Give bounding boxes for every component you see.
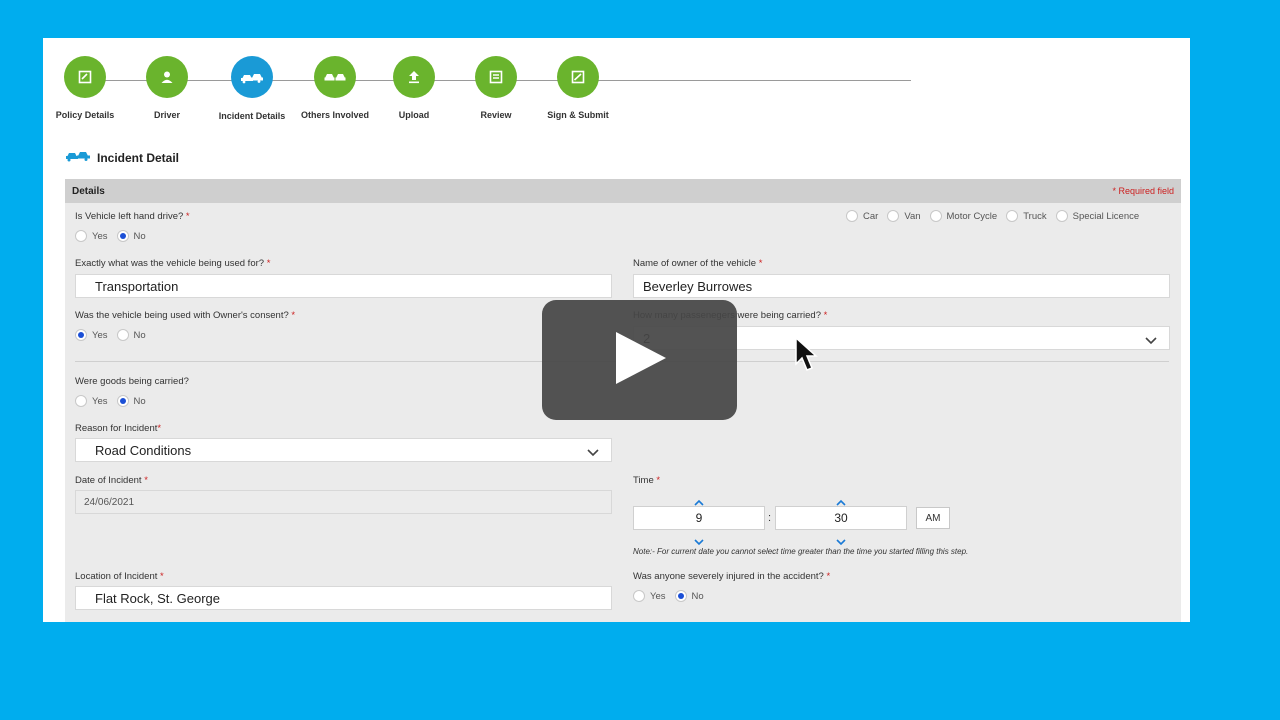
injured-radio-group: Yes No bbox=[633, 590, 713, 602]
panel-title: Details bbox=[72, 185, 105, 197]
radio-button[interactable] bbox=[633, 590, 645, 602]
radio-button[interactable] bbox=[75, 230, 87, 242]
goods-carried-label: Were goods being carried? bbox=[75, 376, 189, 387]
form-icon bbox=[64, 56, 106, 98]
left-hand-drive-no[interactable]: No bbox=[116, 230, 146, 242]
car-crash-icon bbox=[231, 56, 273, 98]
step-label: Incident Details bbox=[218, 111, 286, 121]
reason-select[interactable]: Road Conditions bbox=[75, 438, 612, 462]
radio-button[interactable] bbox=[929, 210, 942, 222]
radio-button[interactable] bbox=[75, 329, 87, 341]
step-policy-details[interactable]: Policy Details bbox=[43, 56, 130, 120]
step-label: Policy Details bbox=[55, 110, 115, 120]
injured-label: Was anyone severely injured in the accid… bbox=[633, 571, 831, 582]
step-sign-submit[interactable]: Sign & Submit bbox=[533, 56, 623, 120]
signature-icon bbox=[557, 56, 599, 98]
radio-button[interactable] bbox=[75, 395, 87, 407]
upload-icon bbox=[393, 56, 435, 98]
minute-input[interactable]: 30 bbox=[775, 506, 907, 530]
step-label: Driver bbox=[153, 110, 180, 120]
hour-input[interactable]: 9 bbox=[633, 506, 765, 530]
goods-carried-no[interactable]: No bbox=[116, 395, 146, 407]
radio-button[interactable] bbox=[116, 230, 129, 242]
vehicle-type-radio-group: Car Van Motor Cycle Truck Special Licenc… bbox=[846, 210, 1148, 222]
injured-yes[interactable]: Yes bbox=[633, 590, 666, 602]
injured-no[interactable]: No bbox=[674, 590, 704, 602]
time-separator: : bbox=[768, 512, 772, 524]
section-title: Incident Detail bbox=[97, 150, 180, 165]
owner-consent-radio-group: Yes No bbox=[75, 329, 155, 341]
vehicle-type-car[interactable]: Car bbox=[846, 210, 878, 222]
vehicle-type-van[interactable]: Van bbox=[887, 210, 921, 222]
reason-label: Reason for Incident* bbox=[75, 423, 162, 434]
step-driver[interactable]: Driver bbox=[122, 56, 212, 120]
location-label: Location of Incident * bbox=[75, 571, 164, 582]
step-upload[interactable]: Upload bbox=[369, 56, 459, 120]
vehicle-use-label: Exactly what was the vehicle being used … bbox=[75, 258, 271, 269]
location-input[interactable]: Flat Rock, St. George bbox=[75, 586, 612, 610]
owner-consent-no[interactable]: No bbox=[116, 329, 146, 341]
radio-button[interactable] bbox=[116, 395, 129, 407]
radio-button[interactable] bbox=[846, 210, 858, 222]
date-input[interactable]: 24/06/2021 bbox=[75, 490, 612, 514]
date-label: Date of Incident * bbox=[75, 475, 148, 486]
play-icon bbox=[612, 330, 668, 391]
goods-carried-yes[interactable]: Yes bbox=[75, 395, 108, 407]
step-review[interactable]: Review bbox=[451, 56, 541, 120]
owner-consent-label: Was the vehicle being used with Owner's … bbox=[75, 310, 296, 321]
step-label: Review bbox=[480, 110, 512, 120]
time-note: Note:- For current date you cannot selec… bbox=[633, 547, 969, 556]
mouse-pointer-icon bbox=[795, 336, 821, 378]
panel-header: Details * Required field bbox=[65, 179, 1181, 203]
chevron-down-icon bbox=[1145, 333, 1157, 348]
radio-button[interactable] bbox=[1055, 210, 1068, 222]
step-others-involved[interactable]: Others Involved bbox=[290, 56, 380, 120]
goods-carried-radio-group: Yes No bbox=[75, 395, 155, 407]
time-label: Time * bbox=[633, 475, 661, 486]
owner-consent-yes[interactable]: Yes bbox=[75, 329, 108, 341]
chevron-down-icon bbox=[587, 445, 599, 460]
left-hand-drive-radio-group: Yes No bbox=[75, 230, 155, 242]
radio-button[interactable] bbox=[1006, 210, 1019, 222]
section-heading: Incident Detail bbox=[65, 148, 179, 167]
vehicle-type-special-licence[interactable]: Special Licence bbox=[1055, 210, 1139, 222]
step-incident-details[interactable]: Incident Details bbox=[207, 56, 297, 121]
step-label: Upload bbox=[398, 110, 430, 120]
required-field-note: * Required field bbox=[1112, 186, 1174, 196]
radio-button[interactable] bbox=[674, 590, 687, 602]
review-icon bbox=[475, 56, 517, 98]
step-label: Others Involved bbox=[300, 110, 370, 120]
vehicle-use-input[interactable]: Transportation bbox=[75, 274, 612, 298]
car-crash-icon bbox=[65, 148, 91, 167]
left-hand-drive-label: Is Vehicle left hand drive? * bbox=[75, 211, 190, 222]
user-icon bbox=[146, 56, 188, 98]
step-label: Sign & Submit bbox=[547, 110, 609, 120]
left-hand-drive-yes[interactable]: Yes bbox=[75, 230, 108, 242]
cars-icon bbox=[314, 56, 356, 98]
video-play-button[interactable] bbox=[542, 300, 737, 420]
owner-name-input[interactable]: Beverley Burrowes bbox=[633, 274, 1170, 298]
radio-button[interactable] bbox=[887, 210, 900, 222]
owner-name-label: Name of owner of the vehicle * bbox=[633, 258, 763, 269]
radio-button[interactable] bbox=[116, 329, 129, 341]
ampm-toggle[interactable]: AM bbox=[916, 507, 950, 529]
vehicle-type-truck[interactable]: Truck bbox=[1006, 210, 1047, 222]
vehicle-type-motor-cycle[interactable]: Motor Cycle bbox=[929, 210, 997, 222]
reason-value: Road Conditions bbox=[95, 442, 192, 458]
